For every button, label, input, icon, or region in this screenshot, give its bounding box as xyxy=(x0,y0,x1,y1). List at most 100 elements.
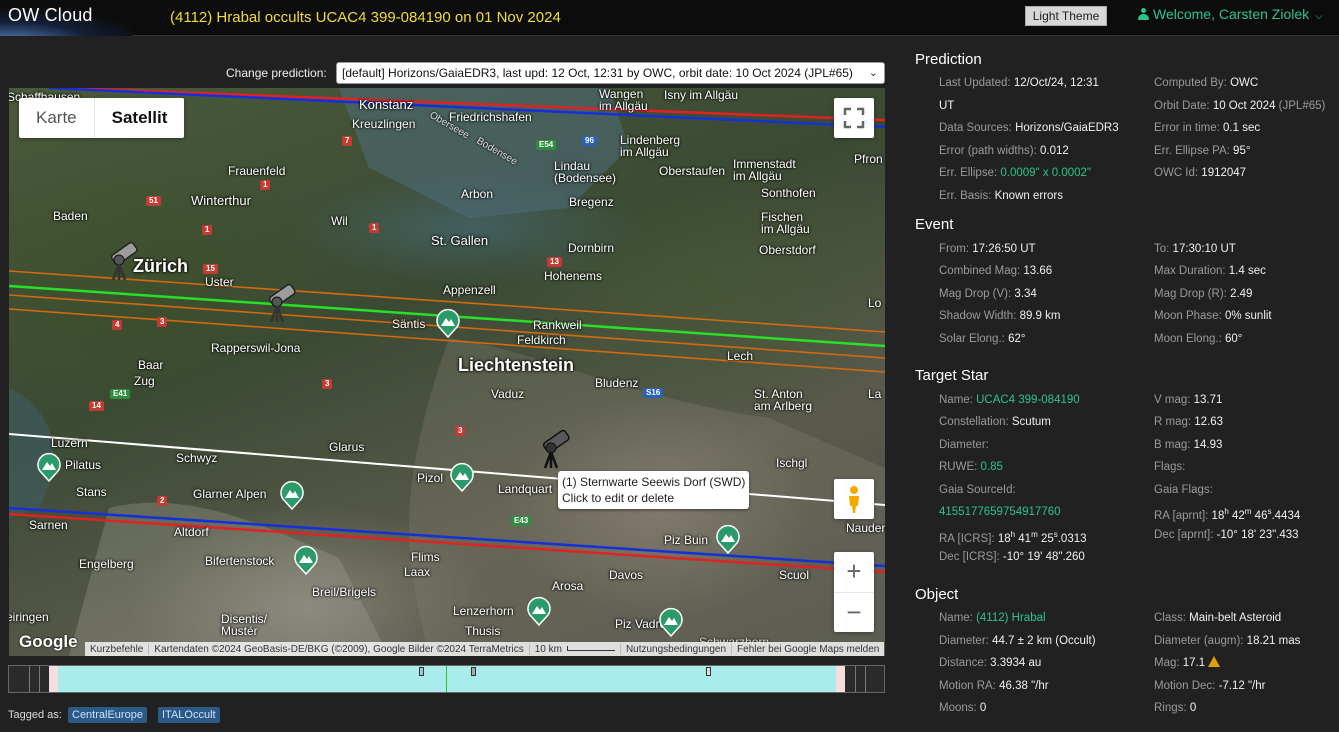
timeline-limit xyxy=(836,666,845,692)
error-path-value: 0.012 xyxy=(1039,145,1069,157)
zoom-out-button[interactable]: − xyxy=(834,592,874,632)
mountain-marker-icon[interactable] xyxy=(715,524,741,554)
timeline-bar[interactable] xyxy=(8,665,885,693)
place-label: Kreuzlingen xyxy=(352,117,416,131)
report-error-link[interactable]: Fehler bei Google Maps melden xyxy=(732,644,884,655)
ruwe-value: 0.85 xyxy=(980,461,1003,473)
prediction-select[interactable]: [default] Horizons/GaiaEDR3, last upd: 1… xyxy=(336,62,885,84)
pegman-icon xyxy=(849,486,859,513)
gaia-flags-label: Gaia Flags: xyxy=(1154,484,1213,496)
road-shield: 3 xyxy=(157,317,168,327)
place-label: Isny im Allgäu xyxy=(664,88,739,102)
telescope-marker-icon[interactable] xyxy=(537,426,573,470)
zoom-in-button[interactable]: + xyxy=(834,552,874,592)
mountain-marker-icon[interactable] xyxy=(36,452,62,482)
place-label: Bifertenstock xyxy=(205,554,275,568)
mag-drop-r-value: 2.49 xyxy=(1230,288,1253,300)
place-label: Bludenz xyxy=(595,376,639,390)
road-shield: 1 xyxy=(202,225,213,235)
place-label: Friedrichshafen xyxy=(449,110,532,124)
rings-label: Rings: xyxy=(1154,702,1187,714)
place-label: Sonthofen xyxy=(761,186,816,200)
mountain-marker-icon[interactable] xyxy=(449,462,475,492)
vmag-label: V mag: xyxy=(1154,394,1191,406)
road-shield: 3 xyxy=(455,426,466,436)
map-scale[interactable]: 10 km xyxy=(530,643,621,655)
telescope-marker-icon[interactable] xyxy=(105,238,141,282)
solar-elong-label: Solar Elong.: xyxy=(939,333,1005,345)
last-updated-label: Last Updated: xyxy=(939,77,1011,89)
mountain-marker-icon[interactable] xyxy=(279,480,305,510)
street-view-button[interactable] xyxy=(834,479,874,519)
rings-value: 0 xyxy=(1189,702,1197,714)
top-bar: OW Cloud (4112) Hrabal occults UCAC4 399… xyxy=(0,0,1339,36)
user-icon xyxy=(1138,8,1149,20)
keyboard-shortcuts-link[interactable]: Kurzbefehle xyxy=(85,643,150,655)
road-shield: 96 xyxy=(582,136,597,146)
dec-icrs-label: Dec [ICRS]: xyxy=(939,551,1000,563)
mountain-marker-icon[interactable] xyxy=(435,308,461,338)
terms-link[interactable]: Nutzungsbedingungen xyxy=(621,643,733,655)
motion-dec-value: -7.12 "/hr xyxy=(1218,680,1266,692)
observer-tooltip[interactable]: (1) Sternwarte Seewis Dorf (SWD) Click t… xyxy=(558,471,750,509)
road-shield: 7 xyxy=(342,136,353,146)
place-label: St. Anton am Arlberg xyxy=(754,387,813,413)
orbit-date-source: (JPL#65) xyxy=(1278,100,1326,112)
tooltip-title: (1) Sternwarte Seewis Dorf (SWD) xyxy=(562,475,746,489)
place-label: Oberstaufen xyxy=(659,164,726,178)
timeline-marker[interactable] xyxy=(706,667,711,676)
timeline-divider xyxy=(865,666,866,692)
gaia-sourceid-link[interactable]: 4155177659754917760 xyxy=(939,506,1061,518)
object-name-label: Name: xyxy=(939,612,973,624)
road-shield: 15 xyxy=(203,264,218,274)
map-type-karte-button[interactable]: Karte xyxy=(19,98,94,138)
fullscreen-button[interactable] xyxy=(834,98,874,138)
ruwe-label: RUWE: xyxy=(939,461,978,473)
motion-ra-value: 46.38 "/hr xyxy=(999,680,1049,692)
mountain-marker-icon[interactable] xyxy=(658,607,684,637)
place-label: St. Gallen xyxy=(431,233,489,248)
diameter-augm-value: 18.21 mas xyxy=(1246,635,1301,647)
class-label: Class: xyxy=(1154,612,1186,624)
combined-mag-label: Combined Mag: xyxy=(939,265,1021,277)
place-label: Glarner Alpen xyxy=(193,487,267,501)
telescope-marker-icon[interactable] xyxy=(263,280,299,324)
distance-label: Distance: xyxy=(939,657,987,669)
occultation-map[interactable]: Schaffhausen Konstanz Kreuzlingen Friedr… xyxy=(9,88,885,656)
place-label: Winterthur xyxy=(191,193,251,208)
mountain-marker-icon[interactable] xyxy=(526,596,552,626)
object-diameter-label: Diameter: xyxy=(939,635,989,647)
event-heading: Event xyxy=(915,216,954,233)
app-logo[interactable]: OW Cloud xyxy=(0,0,132,36)
light-theme-button[interactable]: Light Theme xyxy=(1025,6,1107,26)
place-label: Lech xyxy=(727,349,754,363)
place-label: Konstanz xyxy=(359,97,414,112)
place-label: Arbon xyxy=(461,187,494,201)
user-menu[interactable]: Welcome, Carsten Ziolek ⌵ xyxy=(1138,6,1323,22)
timeline-marker[interactable] xyxy=(419,667,424,676)
mountain-marker-icon[interactable] xyxy=(293,545,319,575)
timeline-marker[interactable] xyxy=(471,667,476,676)
welcome-text: Welcome, Carsten Ziolek xyxy=(1153,6,1310,22)
tag-italoccult[interactable]: ITALOccult xyxy=(158,707,220,723)
scale-label: 10 km xyxy=(534,643,562,655)
object-name-link[interactable]: (4112) Hrabal xyxy=(976,612,1045,624)
tag-centraleurope[interactable]: CentralEurope xyxy=(68,707,147,723)
warning-icon[interactable] xyxy=(1208,656,1221,667)
orbit-date-label: Orbit Date: xyxy=(1154,100,1210,112)
place-label: Rapperswil-Jona xyxy=(211,341,301,355)
star-name-link[interactable]: UCAC4 399-084190 xyxy=(976,394,1080,406)
chevron-down-icon: ⌵ xyxy=(1315,11,1323,22)
moon-elong-label: Moon Elong.: xyxy=(1154,333,1222,345)
place-label: Davos xyxy=(609,568,644,582)
place-label: Pfron xyxy=(854,152,883,166)
place-label: Breil/Brigels xyxy=(312,585,377,599)
rmag-value: 12.63 xyxy=(1194,416,1224,428)
err-ellipse-label: Err. Ellipse: xyxy=(939,167,998,179)
place-label: Wil xyxy=(331,214,348,228)
map-type-satellite-button[interactable]: Satellit xyxy=(93,98,185,138)
target-star-heading: Target Star xyxy=(915,367,989,384)
road-shield: S16 xyxy=(643,388,664,398)
place-label: Pilatus xyxy=(65,458,102,472)
place-label: Feldkirch xyxy=(517,333,566,347)
